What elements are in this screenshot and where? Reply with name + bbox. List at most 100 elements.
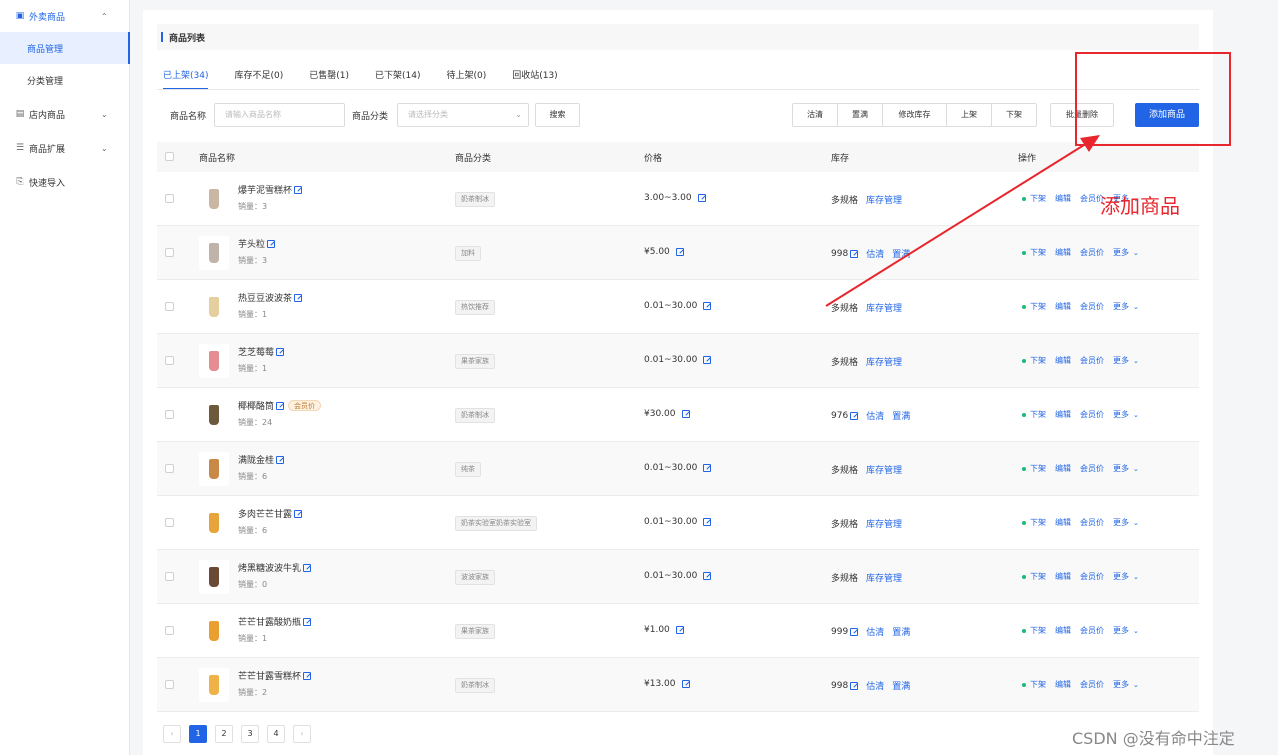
sidebar-group-import[interactable]: ⎘ 快速导入 bbox=[0, 166, 130, 198]
edit-icon[interactable] bbox=[703, 518, 712, 526]
edit-link[interactable]: 编辑 bbox=[1055, 355, 1071, 366]
off-shelf-link[interactable]: 下架 bbox=[1030, 247, 1046, 258]
row-checkbox[interactable] bbox=[165, 302, 174, 311]
stock-link[interactable]: 置满 bbox=[892, 247, 910, 260]
edit-link[interactable]: 编辑 bbox=[1055, 409, 1071, 420]
edit-link[interactable]: 编辑 bbox=[1055, 625, 1071, 636]
tab-low-stock[interactable]: 库存不足(0) bbox=[234, 66, 283, 90]
row-checkbox[interactable] bbox=[165, 194, 174, 203]
edit-icon[interactable] bbox=[276, 347, 285, 356]
edit-icon[interactable] bbox=[276, 455, 285, 464]
row-checkbox[interactable] bbox=[165, 356, 174, 365]
tab-pending[interactable]: 待上架(0) bbox=[446, 66, 486, 90]
page-button[interactable]: 1 bbox=[189, 725, 207, 743]
row-checkbox[interactable] bbox=[165, 248, 174, 257]
edit-icon[interactable] bbox=[303, 563, 312, 572]
off-shelf-link[interactable]: 下架 bbox=[1030, 625, 1046, 636]
edit-icon[interactable] bbox=[850, 249, 859, 258]
edit-icon[interactable] bbox=[681, 410, 690, 418]
member-price-link[interactable]: 会员价 bbox=[1080, 355, 1104, 366]
more-link[interactable]: 更多 bbox=[1113, 247, 1129, 258]
edit-link[interactable]: 编辑 bbox=[1055, 463, 1071, 474]
edit-link[interactable]: 编辑 bbox=[1055, 571, 1071, 582]
edit-icon[interactable] bbox=[675, 626, 684, 634]
edit-icon[interactable] bbox=[703, 464, 712, 472]
member-price-link[interactable]: 会员价 bbox=[1080, 625, 1104, 636]
edit-icon[interactable] bbox=[703, 302, 712, 310]
edit-icon[interactable] bbox=[703, 356, 712, 364]
next-page-button[interactable]: › bbox=[293, 725, 311, 743]
edit-icon[interactable] bbox=[267, 239, 276, 248]
edit-icon[interactable] bbox=[294, 509, 303, 518]
row-checkbox[interactable] bbox=[165, 464, 174, 473]
more-link[interactable]: 更多 bbox=[1113, 355, 1129, 366]
edit-icon[interactable] bbox=[703, 572, 712, 580]
stock-link[interactable]: 库存管理 bbox=[866, 355, 902, 368]
off-shelf-link[interactable]: 下架 bbox=[1030, 517, 1046, 528]
sidebar-item-product-management[interactable]: 商品管理 bbox=[0, 32, 130, 64]
edit-icon[interactable] bbox=[294, 293, 303, 302]
edit-icon[interactable] bbox=[303, 671, 312, 680]
row-checkbox[interactable] bbox=[165, 410, 174, 419]
member-price-link[interactable]: 会员价 bbox=[1080, 409, 1104, 420]
tab-off-shelf[interactable]: 已下架(14) bbox=[375, 66, 420, 90]
edit-link[interactable]: 编辑 bbox=[1055, 517, 1071, 528]
tab-on-shelf[interactable]: 已上架(34) bbox=[163, 66, 209, 90]
more-link[interactable]: 更多 bbox=[1113, 517, 1129, 528]
more-link[interactable]: 更多 bbox=[1113, 571, 1129, 582]
edit-icon[interactable] bbox=[850, 681, 859, 690]
edit-stock-button[interactable]: 修改库存 bbox=[883, 104, 947, 126]
stock-link[interactable]: 置满 bbox=[892, 409, 910, 422]
page-button[interactable]: 2 bbox=[215, 725, 233, 743]
row-checkbox[interactable] bbox=[165, 626, 174, 635]
edit-icon[interactable] bbox=[697, 194, 706, 202]
shelf-off-button[interactable]: 下架 bbox=[992, 104, 1036, 126]
page-button[interactable]: 4 bbox=[267, 725, 285, 743]
member-price-link[interactable]: 会员价 bbox=[1080, 247, 1104, 258]
category-select[interactable]: 请选择分类 ⌄ bbox=[397, 103, 529, 127]
edit-icon[interactable] bbox=[303, 617, 312, 626]
edit-link[interactable]: 编辑 bbox=[1055, 247, 1071, 258]
stock-link[interactable]: 库存管理 bbox=[866, 463, 902, 476]
off-shelf-link[interactable]: 下架 bbox=[1030, 679, 1046, 690]
clear-stock-button[interactable]: 沽清 bbox=[793, 104, 838, 126]
more-link[interactable]: 更多 bbox=[1113, 463, 1129, 474]
member-price-link[interactable]: 会员价 bbox=[1080, 301, 1104, 312]
more-link[interactable]: 更多 bbox=[1113, 625, 1129, 636]
off-shelf-link[interactable]: 下架 bbox=[1030, 301, 1046, 312]
fill-stock-button[interactable]: 置满 bbox=[838, 104, 883, 126]
search-button[interactable]: 搜索 bbox=[535, 103, 580, 127]
edit-link[interactable]: 编辑 bbox=[1055, 679, 1071, 690]
edit-link[interactable]: 编辑 bbox=[1055, 301, 1071, 312]
more-link[interactable]: 更多 bbox=[1113, 409, 1129, 420]
more-link[interactable]: 更多 bbox=[1113, 301, 1129, 312]
off-shelf-link[interactable]: 下架 bbox=[1030, 193, 1046, 204]
select-all-checkbox[interactable] bbox=[165, 152, 174, 161]
stock-link[interactable]: 估清 bbox=[866, 679, 884, 692]
page-button[interactable]: 3 bbox=[241, 725, 259, 743]
stock-link[interactable]: 估清 bbox=[866, 247, 884, 260]
member-price-link[interactable]: 会员价 bbox=[1080, 517, 1104, 528]
tab-sold-out[interactable]: 已售罄(1) bbox=[309, 66, 349, 90]
name-search-input[interactable]: 请输入商品名称 bbox=[214, 103, 345, 127]
stock-link[interactable]: 库存管理 bbox=[866, 517, 902, 530]
row-checkbox[interactable] bbox=[165, 680, 174, 689]
sidebar-group-extension[interactable]: ☰ 商品扩展 ⌄ bbox=[0, 132, 130, 164]
edit-icon[interactable] bbox=[850, 627, 859, 636]
off-shelf-link[interactable]: 下架 bbox=[1030, 571, 1046, 582]
sidebar-group-instore[interactable]: ▤ 店内商品 ⌄ bbox=[0, 98, 130, 130]
edit-icon[interactable] bbox=[294, 185, 303, 194]
edit-icon[interactable] bbox=[675, 248, 684, 256]
off-shelf-link[interactable]: 下架 bbox=[1030, 355, 1046, 366]
stock-link[interactable]: 估清 bbox=[866, 625, 884, 638]
member-price-link[interactable]: 会员价 bbox=[1080, 571, 1104, 582]
stock-link[interactable]: 置满 bbox=[892, 625, 910, 638]
stock-link[interactable]: 库存管理 bbox=[866, 193, 902, 206]
sidebar-group-takeout[interactable]: ▣ 外卖商品 ⌃ bbox=[0, 0, 130, 32]
prev-page-button[interactable]: ‹ bbox=[163, 725, 181, 743]
edit-icon[interactable] bbox=[681, 680, 690, 688]
off-shelf-link[interactable]: 下架 bbox=[1030, 463, 1046, 474]
edit-icon[interactable] bbox=[276, 401, 285, 410]
row-checkbox[interactable] bbox=[165, 572, 174, 581]
stock-link[interactable]: 置满 bbox=[892, 679, 910, 692]
